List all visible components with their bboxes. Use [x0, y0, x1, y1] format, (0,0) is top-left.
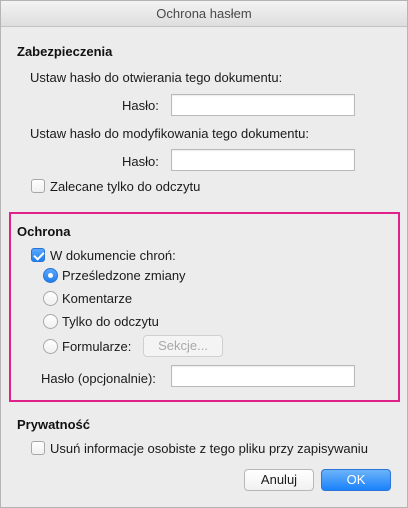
optional-password-field[interactable] [171, 365, 355, 387]
open-password-field[interactable] [171, 94, 355, 116]
modify-password-field[interactable] [171, 149, 355, 171]
cancel-button[interactable]: Anuluj [244, 469, 314, 491]
password-protection-dialog: Ochrona hasłem Zabezpieczenia Ustaw hasł… [0, 0, 408, 508]
forms-radio[interactable] [43, 339, 58, 354]
security-heading: Zabezpieczenia [17, 44, 113, 59]
protect-document-label: W dokumencie chroń: [50, 248, 176, 263]
open-password-field-label: Hasło: [122, 98, 159, 113]
comments-radio[interactable] [43, 291, 58, 306]
sections-button[interactable]: Sekcje... [143, 335, 223, 357]
forms-label: Formularze: [62, 339, 132, 354]
open-password-description: Ustaw hasło do otwierania tego dokumentu… [30, 70, 283, 85]
modify-password-field-label: Hasło: [122, 154, 159, 169]
tracked-changes-radio[interactable] [43, 268, 58, 283]
remove-personal-info-label: Usuń informacje osobiste z tego pliku pr… [50, 441, 368, 456]
read-only-label: Tylko do odczytu [62, 314, 159, 329]
read-only-recommended-label: Zalecane tylko do odczytu [50, 179, 201, 194]
ok-button[interactable]: OK [321, 469, 391, 491]
privacy-heading: Prywatność [17, 417, 90, 432]
protection-heading: Ochrona [17, 224, 71, 239]
tracked-changes-label: Prześledzone zmiany [62, 268, 186, 283]
optional-password-label: Hasło (opcjonalnie): [41, 371, 156, 386]
modify-password-description: Ustaw hasło do modyfikowania tego dokume… [30, 126, 309, 141]
read-only-recommended-checkbox[interactable] [31, 179, 45, 193]
comments-label: Komentarze [62, 291, 133, 306]
protect-document-checkbox[interactable] [31, 248, 45, 262]
window-title: Ochrona hasłem [1, 1, 407, 27]
read-only-radio[interactable] [43, 314, 58, 329]
remove-personal-info-checkbox[interactable] [31, 441, 45, 455]
